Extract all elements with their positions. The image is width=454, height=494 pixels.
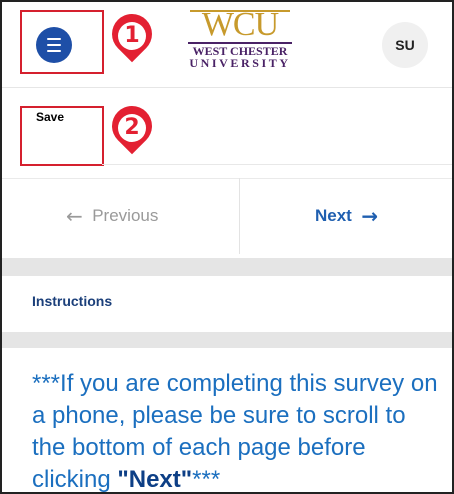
next-label: Next (315, 206, 352, 225)
notice-text: ***If you are completing this survey on … (32, 370, 438, 493)
callout-number-2: 2 (118, 114, 146, 142)
previous-label: Previous (92, 206, 159, 225)
next-button[interactable]: Next → (315, 204, 378, 228)
logo-line-1: WEST CHESTER (188, 42, 292, 57)
callout-number-1: 1 (118, 22, 146, 50)
logo-mark: WCU (184, 8, 296, 42)
section-separator (2, 332, 452, 348)
pager-divider (239, 178, 240, 254)
university-logo: WCU WEST CHESTER UNIVERSITY (184, 8, 296, 70)
notice-suffix: *** (192, 466, 221, 493)
instructions-notice: ***If you are completing this survey on … (32, 368, 442, 493)
arrow-left-icon: ← (66, 204, 83, 228)
previous-button[interactable]: ← Previous (66, 204, 158, 228)
logo-line-2: UNIVERSITY (189, 56, 291, 70)
callout-highlight-2 (20, 106, 104, 166)
divider (102, 164, 452, 165)
app-frame: 1 WCU WEST CHESTER UNIVERSITY SU Save 2 … (0, 0, 454, 494)
user-avatar[interactable]: SU (382, 22, 428, 68)
section-separator (2, 258, 452, 276)
arrow-right-icon: → (361, 204, 379, 228)
instructions-label: Instructions (32, 293, 113, 309)
callout-highlight-1 (20, 10, 104, 74)
notice-emphasis: "Next" (117, 466, 193, 493)
